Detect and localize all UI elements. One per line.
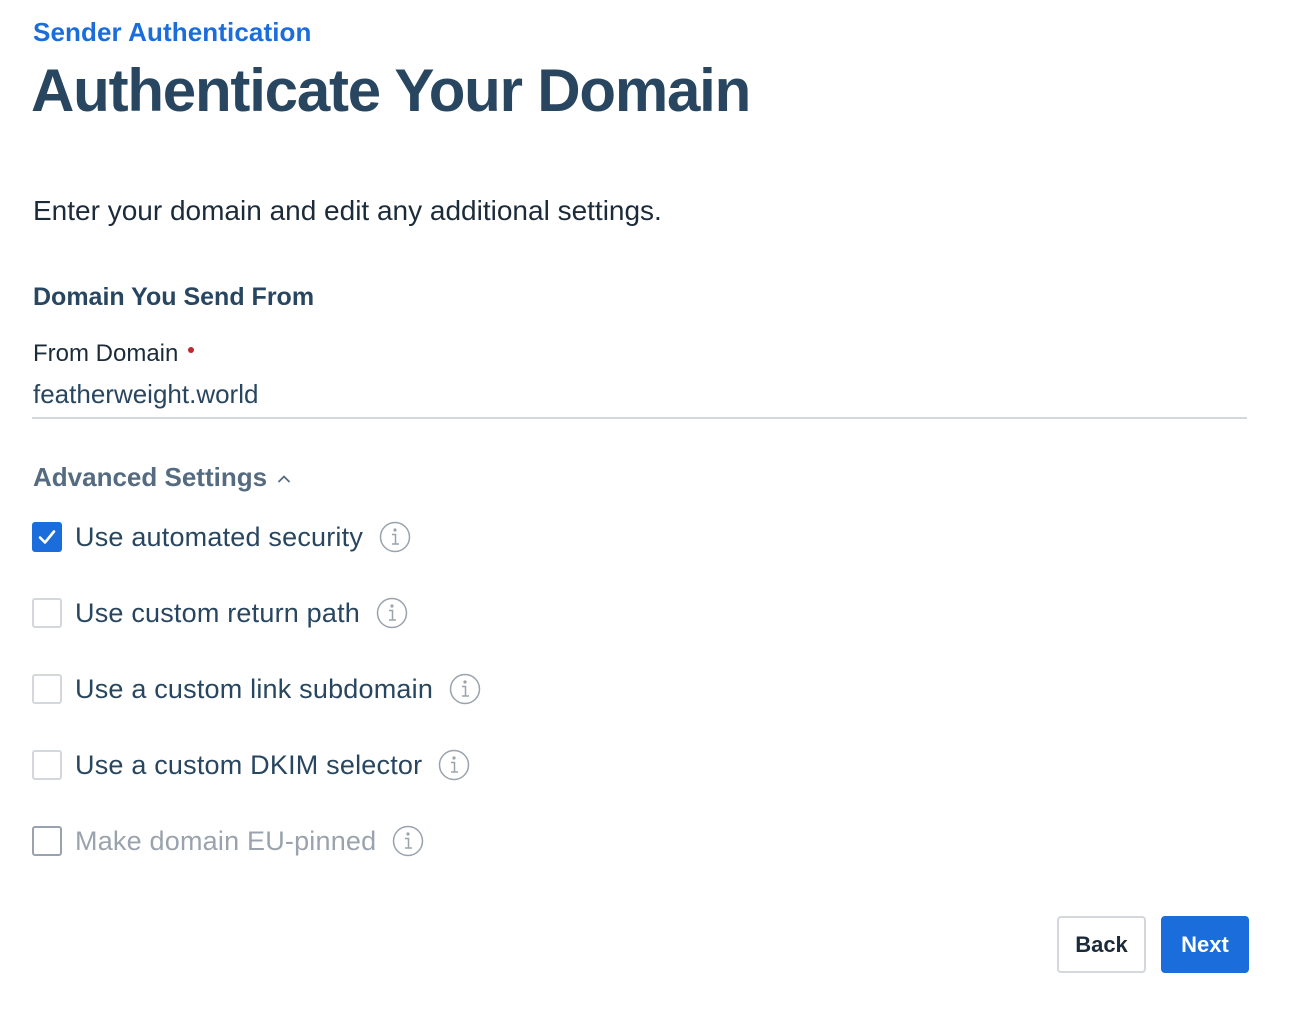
from-domain-input[interactable] <box>32 372 1247 419</box>
info-icon[interactable] <box>376 597 408 629</box>
domain-section-heading: Domain You Send From <box>33 283 315 311</box>
custom-link-subdomain-label: Use a custom link subdomain <box>75 673 434 704</box>
intro-text: Enter your domain and edit any additiona… <box>33 195 662 226</box>
info-icon[interactable] <box>379 521 411 553</box>
required-indicator <box>188 347 195 353</box>
automated-security-checkbox[interactable] <box>32 522 62 552</box>
chevron-up-icon <box>278 475 290 482</box>
next-button[interactable]: Next <box>1161 916 1249 973</box>
option-custom-link-subdomain[interactable]: Use a custom link subdomain <box>32 673 481 705</box>
info-icon[interactable] <box>438 749 470 781</box>
from-domain-label-text: From Domain <box>33 340 179 367</box>
back-button[interactable]: Back <box>1057 916 1146 973</box>
advanced-settings-label: Advanced Settings <box>33 462 268 492</box>
custom-link-subdomain-checkbox[interactable] <box>32 674 62 704</box>
option-custom-return-path[interactable]: Use custom return path <box>32 597 408 629</box>
info-icon[interactable] <box>449 673 481 705</box>
custom-return-path-checkbox[interactable] <box>32 598 62 628</box>
page-title: Authenticate Your Domain <box>31 57 751 124</box>
info-icon[interactable] <box>392 825 424 857</box>
option-automated-security[interactable]: Use automated security <box>32 521 411 553</box>
from-domain-label: From Domain <box>33 340 195 368</box>
eu-pinned-label: Make domain EU-pinned <box>75 825 377 856</box>
checkmark-icon <box>38 530 56 544</box>
eu-pinned-checkbox <box>32 826 62 856</box>
breadcrumb-sender-authentication[interactable]: Sender Authentication <box>33 17 312 48</box>
custom-return-path-label: Use custom return path <box>75 597 361 628</box>
advanced-settings-toggle[interactable]: Advanced Settings <box>33 462 291 493</box>
authenticate-domain-page: Sender Authentication Authenticate Your … <box>0 0 1302 1018</box>
option-eu-pinned: Make domain EU-pinned <box>32 825 424 857</box>
automated-security-label: Use automated security <box>75 521 364 552</box>
custom-dkim-selector-label: Use a custom DKIM selector <box>75 749 423 780</box>
custom-dkim-selector-checkbox[interactable] <box>32 750 62 780</box>
option-custom-dkim-selector[interactable]: Use a custom DKIM selector <box>32 749 470 781</box>
